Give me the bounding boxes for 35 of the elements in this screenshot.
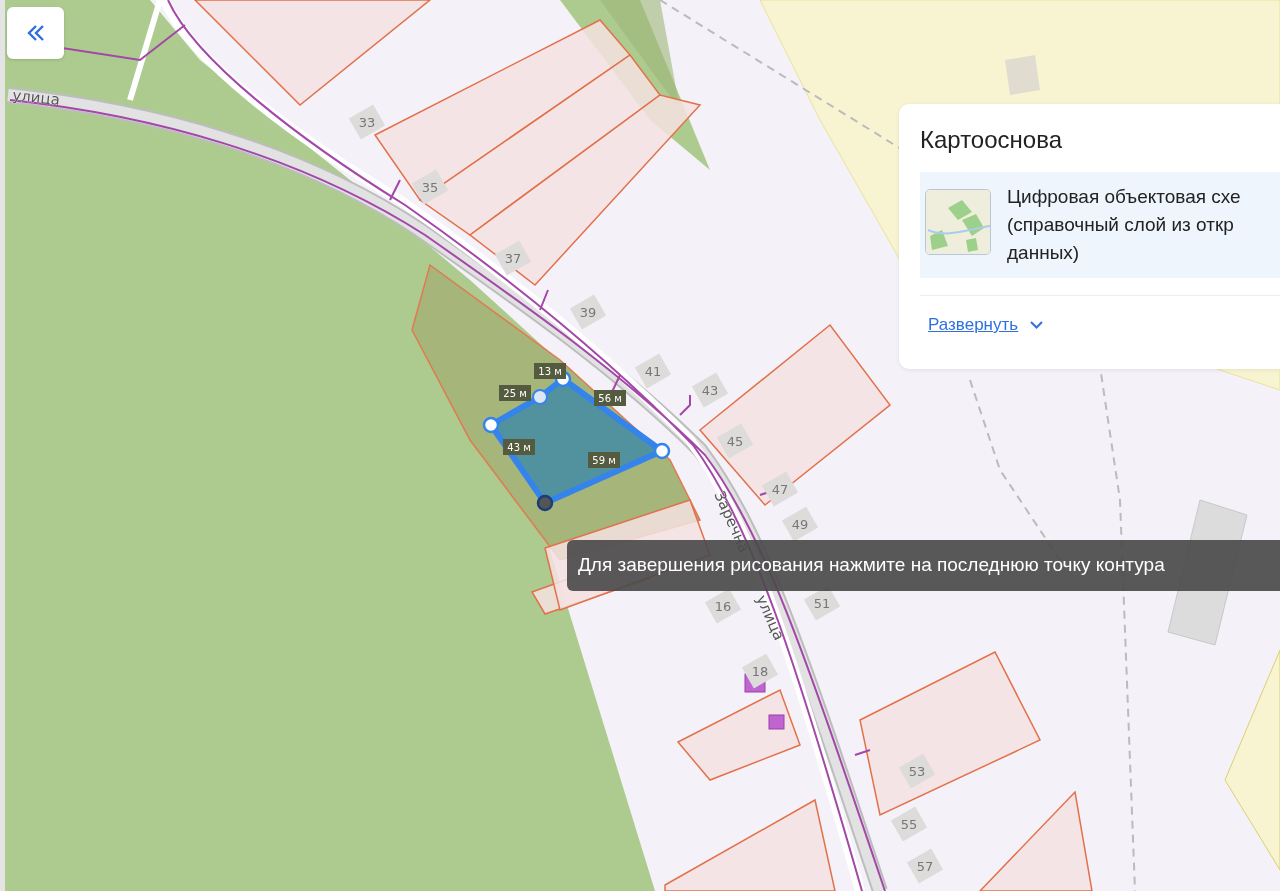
house-number: 43 (701, 383, 719, 398)
segment-length-tooltip: 43 м (503, 439, 535, 455)
map-thumbnail-icon (925, 189, 991, 255)
vertex-handle[interactable] (653, 442, 671, 460)
house-number: 18 (751, 664, 769, 679)
house-number: 47 (771, 482, 789, 497)
house-number: 49 (791, 517, 809, 532)
chevron-down-icon (1030, 321, 1044, 329)
segment-length-tooltip: 25 м (499, 385, 531, 401)
house-number: 57 (916, 859, 934, 874)
vertex-handle[interactable] (536, 494, 554, 512)
street-label: улица (11, 86, 61, 109)
building (1005, 55, 1040, 95)
layer-name: Цифровая объектовая схе (справочный слой из откр данных) (1007, 185, 1241, 265)
layer-item[interactable]: Цифровая объектовая схе (справочный слой из откр данных) (920, 172, 1280, 278)
vertex-handle[interactable] (482, 416, 500, 434)
double-chevron-left-icon (26, 25, 45, 41)
midpoint-handle[interactable] (532, 389, 548, 405)
house-number: 33 (358, 115, 376, 130)
panel-title: Картооснова (920, 126, 1063, 154)
house-number: 53 (908, 764, 926, 779)
segment-length-tooltip: 59 м (588, 452, 620, 468)
house-number: 55 (900, 817, 918, 832)
house-number: 45 (726, 434, 744, 449)
house-number: 37 (504, 251, 522, 266)
expand-link[interactable]: Развернуть (928, 315, 1044, 335)
segment-length-tooltip: 56 м (594, 390, 626, 406)
house-number: 41 (644, 364, 662, 379)
house-number: 35 (421, 180, 439, 195)
segment-length-tooltip: 13 м (534, 363, 566, 379)
house-number: 16 (714, 599, 732, 614)
collapse-button[interactable] (7, 7, 64, 59)
house-number: 51 (813, 596, 831, 611)
utility-object (768, 714, 785, 730)
house-number: 39 (579, 305, 597, 320)
